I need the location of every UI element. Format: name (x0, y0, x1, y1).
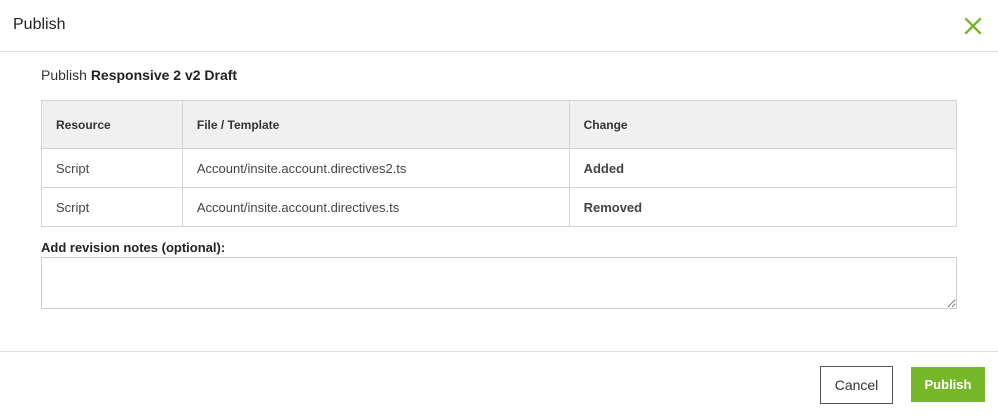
column-header-resource: Resource (41, 100, 183, 149)
close-icon[interactable] (962, 15, 984, 37)
file-cell: Account/insite.account.directives2.ts (181, 148, 570, 188)
column-header-change: Change (568, 100, 958, 149)
dialog-header: Publish (0, 0, 998, 52)
dialog-title: Publish (13, 16, 66, 33)
changes-table: Resource File / Template Change Script A… (41, 100, 958, 227)
publish-target-name: Responsive 2 v2 Draft (90, 67, 238, 83)
cancel-button[interactable]: Cancel (820, 366, 893, 404)
revision-notes-label: Add revision notes (optional): (41, 240, 226, 255)
resource-cell: Script (41, 148, 183, 188)
table-row: Script Account/insite.account.directives… (41, 187, 958, 227)
change-status-removed: Removed (568, 187, 958, 227)
change-status-added: Added (568, 148, 958, 188)
resource-cell: Script (41, 187, 183, 227)
column-header-file-template: File / Template (181, 100, 570, 149)
revision-notes-input[interactable] (41, 257, 957, 309)
file-cell: Account/insite.account.directives.ts (181, 187, 570, 227)
table-header-row: Resource File / Template Change (41, 100, 958, 149)
publish-dialog: Publish Publish Responsive 2 v2 Draft Re… (0, 0, 998, 416)
table-row: Script Account/insite.account.directives… (41, 148, 958, 188)
publish-summary: Publish Responsive 2 v2 Draft (41, 67, 237, 83)
publish-prefix: Publish (41, 67, 87, 83)
publish-button[interactable]: Publish (911, 367, 985, 402)
